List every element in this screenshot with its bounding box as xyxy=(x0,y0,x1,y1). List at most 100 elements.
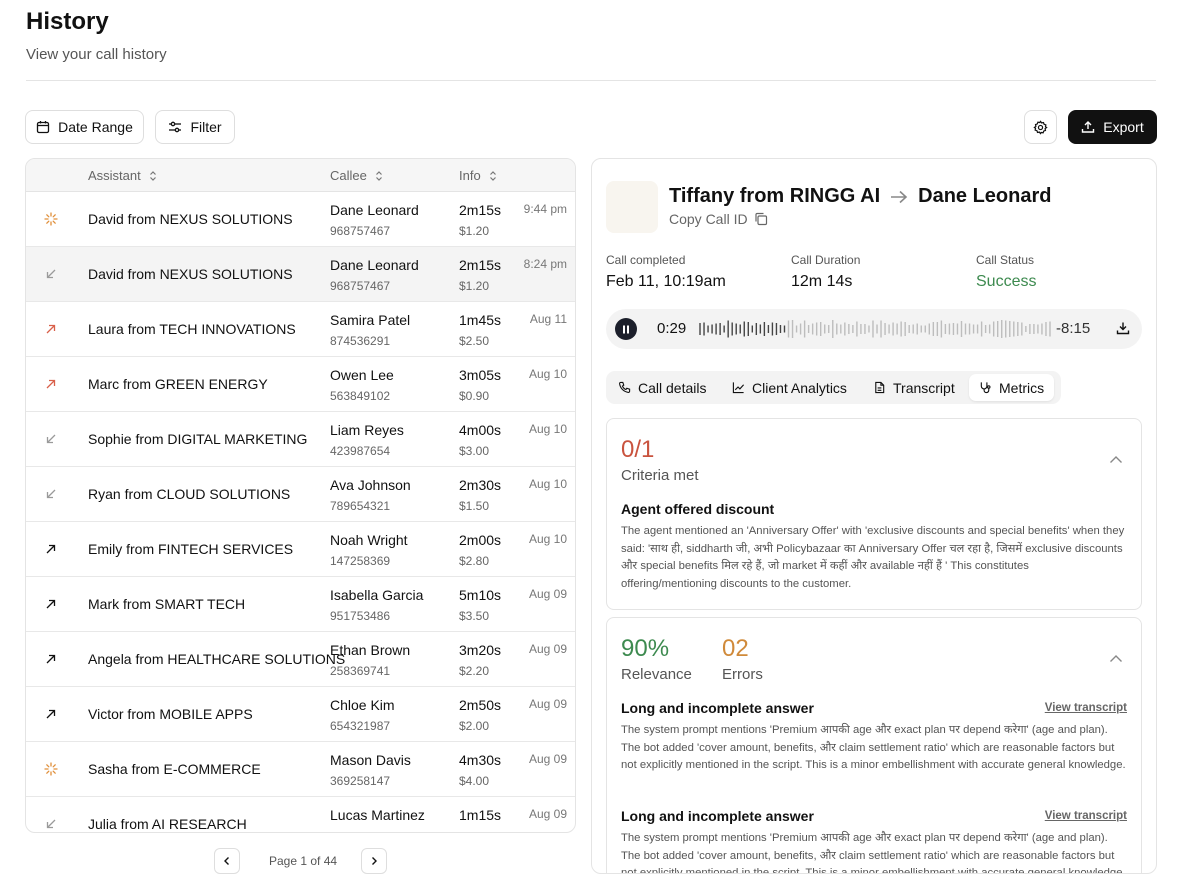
export-button[interactable]: Export xyxy=(1068,110,1157,144)
gear-icon xyxy=(1033,119,1048,135)
call-cost: $1.50 xyxy=(459,499,490,513)
document-icon xyxy=(875,381,885,394)
call-time: Aug 10 xyxy=(528,367,567,381)
export-label: Export xyxy=(1103,119,1144,135)
sparkle-icon xyxy=(44,212,58,226)
callee-phone: 951753486 xyxy=(330,609,391,623)
tab-metrics[interactable]: Metrics xyxy=(969,374,1055,401)
table-row[interactable]: Mark from SMART TECH Isabella Garcia 95175… xyxy=(26,577,575,632)
criteria-value: 0/1 xyxy=(621,436,655,463)
call-duration: 2m00s xyxy=(459,532,502,548)
assistant-name: Angela from HEALTHCARE SOLUTIONS xyxy=(88,651,346,667)
callee-name: Chloe Kim xyxy=(330,697,395,713)
tab-call-details[interactable]: Call details xyxy=(608,374,716,401)
chevron-right-icon xyxy=(372,857,377,865)
arrow-down-left-icon xyxy=(44,487,58,501)
column-callee-label: Callee xyxy=(330,168,367,183)
call-time: Aug 09 xyxy=(528,642,567,656)
chevron-up-icon[interactable] xyxy=(1109,654,1123,663)
previous-page-button[interactable] xyxy=(214,848,240,874)
table-row[interactable]: David from NEXUS SOLUTIONS Dane Leonard 96… xyxy=(26,192,575,247)
table-row[interactable]: Julia from AI RESEARCH Lucas Martinez 1m15… xyxy=(26,797,575,832)
view-transcript-link[interactable]: View transcript xyxy=(1045,702,1127,714)
settings-button[interactable] xyxy=(1024,110,1057,144)
column-info-label: Info xyxy=(459,168,481,183)
sliders-icon xyxy=(169,121,182,133)
callee-name: Ethan Brown xyxy=(330,642,411,658)
call-cost: $2.20 xyxy=(459,664,490,678)
callee-name: Ava Johnson xyxy=(330,477,411,493)
call-duration: 1m15s xyxy=(459,807,502,823)
callee-phone: 874536291 xyxy=(330,334,391,348)
status-value: Success xyxy=(976,273,1037,290)
table-header: Assistant Callee Info xyxy=(26,159,575,192)
date-range-button[interactable]: Date Range xyxy=(25,110,144,144)
download-icon[interactable] xyxy=(1116,321,1130,335)
callee-phone: 258369741 xyxy=(330,664,391,678)
sort-icon xyxy=(375,170,382,181)
call-detail-panel: Tiffany from RINGG AI Dane Leonard Copy … xyxy=(591,158,1157,874)
view-transcript-link[interactable]: View transcript xyxy=(1045,810,1127,822)
page-subtitle: View your call history xyxy=(26,46,167,63)
call-cost: $4.00 xyxy=(459,774,490,788)
calendar-icon xyxy=(36,121,50,134)
arrow-down-left-icon xyxy=(44,432,58,446)
column-info[interactable]: Info xyxy=(459,168,497,183)
call-time: Aug 11 xyxy=(529,312,567,326)
table-row[interactable]: Sophie from DIGITAL MARKETING Liam Reyes 4… xyxy=(26,412,575,467)
assistant-name: Marc from GREEN ENERGY xyxy=(88,376,268,392)
column-callee[interactable]: Callee xyxy=(330,168,383,183)
errors-label: Errors xyxy=(722,666,763,683)
column-assistant[interactable]: Assistant xyxy=(88,168,157,183)
table-row[interactable]: Ryan from CLOUD SOLUTIONS Ava Johnson 7896… xyxy=(26,467,575,522)
call-cost: $1.20 xyxy=(459,224,490,238)
call-cost: $1.20 xyxy=(459,279,490,293)
call-time: Aug 09 xyxy=(528,697,567,711)
callee-phone: 423987654 xyxy=(330,444,391,458)
table-row[interactable]: David from NEXUS SOLUTIONS Dane Leonard 96… xyxy=(26,247,575,302)
assistant-name: David from NEXUS SOLUTIONS xyxy=(88,266,293,282)
call-cost: $2.00 xyxy=(459,719,490,733)
call-cost: $2.80 xyxy=(459,554,490,568)
relevance-value: 90% xyxy=(621,635,670,662)
copy-call-id-button[interactable]: Copy Call ID xyxy=(669,211,768,227)
next-page-button[interactable] xyxy=(361,848,387,874)
call-cost: $0.90 xyxy=(459,389,490,403)
table-row[interactable]: Victor from MOBILE APPS Chloe Kim 65432198… xyxy=(26,687,575,742)
audio-player: 0:29 -8:15 xyxy=(606,309,1142,349)
table-row[interactable]: Emily from FINTECH SERVICES Noah Wright 14… xyxy=(26,522,575,577)
table-row[interactable]: Laura from TECH INNOVATIONS Samira Patel 8… xyxy=(26,302,575,357)
table-row[interactable]: Marc from GREEN ENERGY Owen Lee 563849102 3… xyxy=(26,357,575,412)
call-participants: Tiffany from RINGG AI Dane Leonard xyxy=(669,185,1051,208)
call-time: 9:44 pm xyxy=(523,202,567,216)
call-cost: $3.50 xyxy=(459,609,490,623)
issue-title: Long and incomplete answer xyxy=(621,808,814,824)
tab-label: Client Analytics xyxy=(752,379,847,396)
relevance-panel: 90% Relevance 02 Errors Long and incompl… xyxy=(606,617,1142,873)
assistant-name: Laura from TECH INNOVATIONS xyxy=(88,321,296,337)
assistant-name: David from NEXUS SOLUTIONS xyxy=(88,211,293,227)
table-row[interactable]: Sasha from E-COMMERCE Mason Davis 36925814… xyxy=(26,742,575,797)
errors-value: 02 xyxy=(722,635,749,662)
audio-waveform[interactable] xyxy=(698,317,1052,341)
meta-value: Feb 11, 10:19am xyxy=(606,273,726,290)
assistant-name: Sophie from DIGITAL MARKETING xyxy=(88,431,308,447)
copy-icon xyxy=(754,212,767,226)
callee-name: Lucas Martinez xyxy=(330,807,425,823)
table-row[interactable]: Angela from HEALTHCARE SOLUTIONS Ethan Br… xyxy=(26,632,575,687)
pause-button[interactable] xyxy=(615,318,637,340)
call-duration: 2m15s xyxy=(459,257,502,273)
tab-transcript[interactable]: Transcript xyxy=(863,374,965,401)
callee-phone: 563849102 xyxy=(330,389,391,403)
call-time: Aug 09 xyxy=(528,752,567,766)
meta-value: 12m 14s xyxy=(791,273,853,290)
criteria-item-title: Agent offered discount xyxy=(621,501,775,517)
filter-button[interactable]: Filter xyxy=(155,110,235,144)
stethoscope-icon xyxy=(980,382,991,394)
arrow-up-right-icon xyxy=(44,652,58,666)
tab-client-analytics[interactable]: Client Analytics xyxy=(722,374,857,401)
call-time: Aug 09 xyxy=(528,587,567,601)
callee-phone: 968757467 xyxy=(330,279,391,293)
chevron-up-icon[interactable] xyxy=(1109,455,1123,464)
column-assistant-label: Assistant xyxy=(88,168,141,183)
